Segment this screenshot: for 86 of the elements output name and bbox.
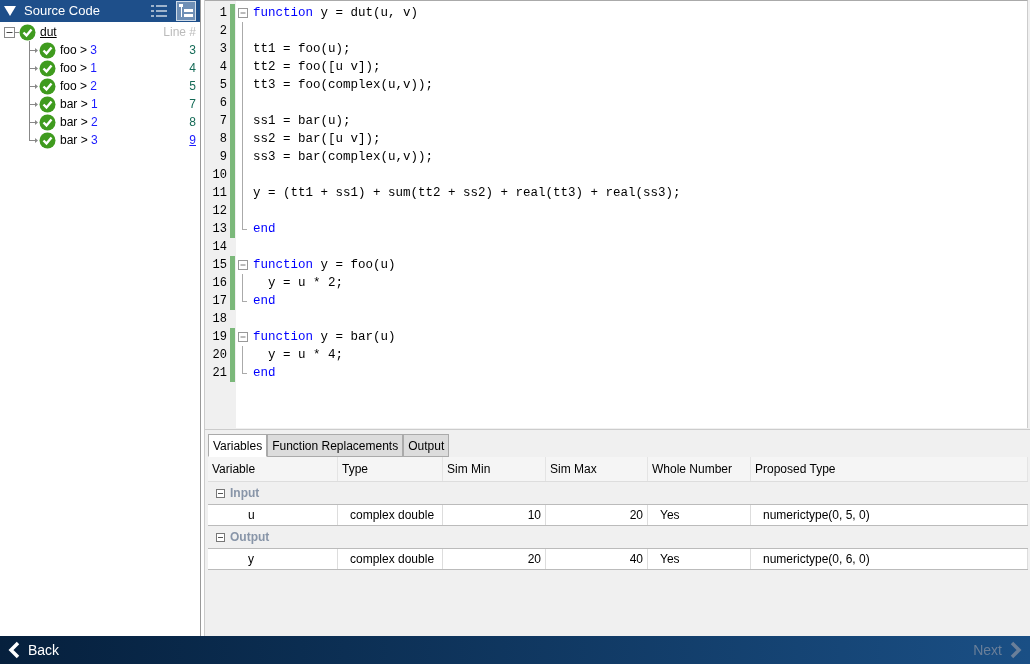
tab[interactable]: Output: [403, 434, 450, 457]
line-number: 1: [218, 5, 227, 22]
code-line: end: [252, 220, 276, 238]
code-line: tt1 = foo(u);: [252, 40, 351, 58]
tab[interactable]: Variables: [208, 434, 268, 457]
table-cell: complex double: [338, 505, 443, 525]
table-cell: 20: [546, 505, 648, 525]
line-number: 13: [211, 221, 227, 238]
code-line: tt3 = foo(complex(u,v));: [252, 76, 434, 94]
line-number: 17: [211, 293, 227, 310]
collapse-box-icon[interactable]: [4, 26, 15, 38]
line-number: 12: [211, 203, 227, 220]
panel-title: Source Code: [24, 2, 101, 21]
tree-item[interactable]: bar > 2: [60, 113, 190, 131]
line-column-header: Line #: [163, 24, 196, 41]
tab[interactable]: Function Replacements: [267, 434, 404, 457]
column-header[interactable]: Sim Min: [443, 457, 546, 481]
fold-box-icon[interactable]: [238, 332, 248, 342]
line-number: 19: [211, 329, 227, 346]
line-number: 9: [218, 149, 227, 166]
table-cell: 40: [546, 549, 648, 569]
line-number: 14: [211, 239, 227, 256]
table-cell: numerictype(0, 5, 0): [751, 505, 1028, 525]
line-number: 5: [218, 77, 227, 94]
line-number: 7: [218, 113, 227, 130]
code-line: tt2 = foo([u v]);: [252, 58, 381, 76]
back-button[interactable]: Back: [0, 639, 60, 661]
column-header[interactable]: Proposed Type: [751, 457, 1028, 481]
collapse-box-icon[interactable]: [216, 488, 225, 498]
line-number-link[interactable]: 7: [189, 95, 196, 113]
code-line: y = u * 4;: [267, 346, 343, 364]
line-number: 11: [211, 185, 227, 202]
table-cell: Yes: [648, 505, 751, 525]
line-number: 21: [211, 365, 227, 382]
line-number: 18: [211, 311, 227, 328]
line-number-link[interactable]: 9: [189, 131, 196, 149]
tree-item[interactable]: bar > 1: [60, 95, 190, 113]
line-number-link[interactable]: 5: [189, 77, 196, 95]
line-number: 16: [211, 275, 227, 292]
line-number: 20: [211, 347, 227, 364]
tree-item[interactable]: dut: [40, 23, 57, 41]
line-number: 8: [218, 131, 227, 148]
tree-item[interactable]: foo > 1: [60, 59, 190, 77]
code-line: y = u * 2;: [267, 274, 343, 292]
line-number: 10: [211, 167, 227, 184]
chevron-left-icon: [8, 641, 20, 659]
table-cell: 10: [443, 505, 546, 525]
line-number: 3: [218, 41, 227, 58]
fold-box-icon[interactable]: [238, 260, 248, 270]
group-label: Output: [230, 529, 270, 546]
column-header[interactable]: Sim Max: [546, 457, 648, 481]
code-line: ss1 = bar(u);: [252, 112, 351, 130]
tree-item[interactable]: bar > 3: [60, 131, 190, 149]
line-number: 2: [218, 23, 227, 40]
line-number: 15: [211, 257, 227, 274]
code-line: end: [252, 364, 276, 382]
line-number-link[interactable]: 8: [189, 113, 196, 131]
tree-view-icon[interactable]: [176, 1, 196, 21]
table-cell: Yes: [648, 549, 751, 569]
code-line: end: [252, 292, 276, 310]
line-number-link[interactable]: 4: [189, 59, 196, 77]
column-header[interactable]: Type: [338, 457, 443, 481]
group-label: Input: [230, 485, 260, 502]
tree-item[interactable]: foo > 2: [60, 77, 190, 95]
collapse-triangle-icon[interactable]: [4, 6, 16, 16]
code-line: ss2 = bar([u v]);: [252, 130, 381, 148]
table-cell: numerictype(0, 6, 0): [751, 549, 1028, 569]
code-line: ss3 = bar(complex(u,v));: [252, 148, 434, 166]
code-line: function y = dut(u, v): [252, 4, 419, 22]
column-header[interactable]: Whole Number: [648, 457, 751, 481]
table-cell: complex double: [338, 549, 443, 569]
table-cell: 20: [443, 549, 546, 569]
fold-box-icon[interactable]: [238, 8, 248, 18]
collapse-box-icon[interactable]: [216, 532, 225, 542]
code-line: y = (tt1 + ss1) + sum(tt2 + ss2) + real(tt3) + real(ss3);: [252, 184, 681, 202]
table-cell: u: [208, 505, 338, 525]
line-number: 6: [218, 95, 227, 112]
chevron-right-icon: [1010, 641, 1022, 659]
column-header[interactable]: Variable: [208, 457, 338, 481]
line-number: 4: [218, 59, 227, 76]
list-view-icon[interactable]: [150, 3, 168, 19]
code-line: function y = bar(u): [252, 328, 396, 346]
code-line: function y = foo(u): [252, 256, 396, 274]
tree-item[interactable]: foo > 3: [60, 41, 190, 59]
line-number-link[interactable]: 3: [189, 41, 196, 59]
table-cell: y: [208, 549, 338, 569]
